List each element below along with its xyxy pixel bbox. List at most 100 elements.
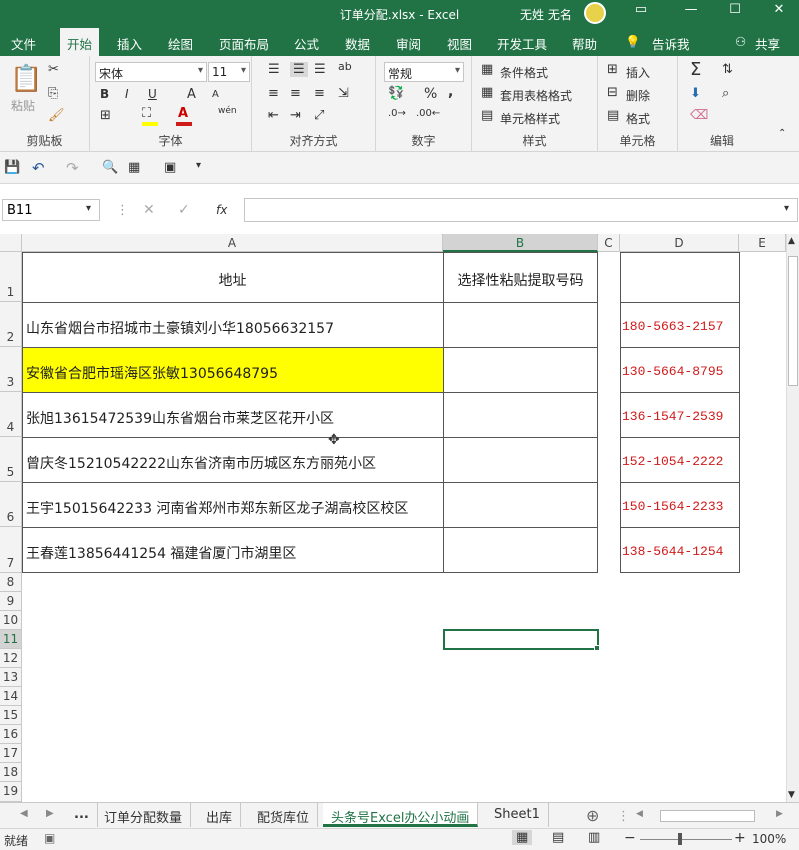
user-avatar[interactable] (584, 2, 606, 24)
align-center-icon[interactable]: ≡ (290, 86, 301, 101)
column-header-d[interactable]: D (620, 234, 739, 252)
row-header[interactable]: 5 (0, 437, 22, 482)
italic-button[interactable]: I (125, 87, 129, 101)
align-bottom-icon[interactable]: ☰ (314, 62, 326, 77)
phone-cell[interactable]: 152-1054-2222 (622, 454, 723, 469)
selected-cell-b11[interactable] (443, 629, 599, 650)
close-button[interactable]: ✕ (764, 2, 794, 17)
address-cell[interactable]: 王春莲13856441254 福建省厦门市湖里区 (26, 543, 296, 563)
tab-developer[interactable]: 开发工具 (497, 34, 547, 53)
share-button[interactable]: 共享 (755, 34, 780, 53)
horizontal-scroll-thumb[interactable] (660, 810, 755, 822)
phone-cell[interactable]: 180-5663-2157 (622, 319, 723, 334)
tab-home[interactable]: 开始 (60, 28, 100, 56)
name-box-dropdown-icon[interactable]: ▾ (86, 203, 91, 214)
form-icon[interactable]: ▣ (164, 160, 176, 175)
minimize-button[interactable]: — (676, 2, 706, 17)
cell-styles-button[interactable]: 单元格样式 (500, 110, 560, 127)
fill-color-icon[interactable]: ⛶ (142, 106, 151, 121)
enter-icon[interactable]: ✓ (178, 202, 190, 218)
print-preview-icon[interactable]: 🔍 (102, 160, 118, 175)
sheet-tab[interactable]: 订单分配数量 (96, 803, 192, 827)
phone-cell[interactable]: 136-1547-2539 (622, 409, 723, 424)
sheet-tab-more[interactable]: ... (66, 803, 98, 827)
paste-button[interactable]: 粘贴 (11, 97, 35, 114)
column-header-c[interactable]: C (598, 234, 620, 252)
tab-page-layout[interactable]: 页面布局 (219, 34, 269, 53)
page-break-view-icon[interactable]: ▥ (588, 830, 600, 845)
sheet-tab[interactable]: 出库 (198, 803, 242, 827)
vertical-scroll-thumb[interactable] (788, 256, 798, 386)
currency-icon[interactable]: 💱 (388, 86, 404, 101)
column-header-e[interactable]: E (739, 234, 786, 252)
autosum-button[interactable]: Σ (690, 59, 701, 80)
hscroll-right-icon[interactable]: ▶ (776, 809, 783, 819)
fill-handle[interactable] (594, 645, 600, 651)
row-header[interactable]: 19 (0, 782, 22, 802)
expand-formula-icon[interactable]: ▾ (784, 203, 789, 214)
row-header[interactable]: 8 (0, 573, 22, 592)
cancel-icon[interactable]: ✕ (143, 202, 155, 218)
row-header[interactable]: 12 (0, 649, 22, 668)
align-right-icon[interactable]: ≡ (314, 86, 325, 101)
formula-input[interactable] (244, 198, 798, 222)
font-color-button[interactable]: A (178, 106, 188, 121)
next-sheet-icon[interactable]: ▶ (46, 808, 54, 819)
address-cell[interactable]: 曾庆冬15210542222山东省济南市历城区东方丽苑小区 (26, 453, 376, 473)
user-name[interactable]: 无姓 无名 (520, 6, 572, 23)
customize-qat-icon[interactable]: ▾ (196, 160, 201, 171)
row-header[interactable]: 16 (0, 725, 22, 744)
align-left-icon[interactable]: ≡ (268, 86, 279, 101)
save-icon[interactable]: 💾 (4, 160, 20, 175)
tab-splitter-icon[interactable]: ⋮ (617, 809, 630, 824)
row-header[interactable]: 4 (0, 392, 22, 437)
row-header[interactable]: 2 (0, 302, 22, 347)
text-direction-icon[interactable]: ⤢ (314, 108, 324, 123)
row-header[interactable]: 7 (0, 527, 22, 573)
row-header[interactable]: 6 (0, 482, 22, 527)
scroll-up-icon[interactable]: ▲ (788, 236, 795, 246)
increase-indent-icon[interactable]: ⇥ (290, 108, 301, 123)
row-header[interactable]: 17 (0, 744, 22, 763)
row-header[interactable]: 13 (0, 668, 22, 687)
sheet-tab[interactable]: 配货库位 (249, 803, 319, 827)
font-size-combo[interactable]: 11 (208, 62, 250, 82)
shrink-font-button[interactable]: A (212, 89, 219, 100)
row-header-selected[interactable]: 11 (0, 630, 22, 649)
font-name-combo[interactable]: 宋体 (95, 62, 207, 82)
tell-me-search[interactable]: 告诉我 (652, 34, 690, 53)
ribbon-display-icon[interactable]: ▭ (626, 2, 656, 17)
row-header[interactable]: 14 (0, 687, 22, 706)
address-cell[interactable]: 山东省烟台市招城市土豪镇刘小华18056632157 (26, 318, 334, 338)
orientation-icon[interactable]: ab (338, 60, 352, 73)
address-cell[interactable]: 安徽省合肥市瑶海区张敏13056648795 (26, 363, 278, 383)
scroll-down-icon[interactable]: ▼ (788, 790, 795, 800)
tab-formulas[interactable]: 公式 (294, 34, 319, 53)
find-icon[interactable]: ⌕ (722, 86, 729, 101)
increase-decimal-icon[interactable]: .0→ (388, 108, 406, 119)
phone-cell[interactable]: 130-5664-8795 (622, 364, 723, 379)
tab-file[interactable]: 文件 (11, 34, 36, 53)
address-cell[interactable]: 王宇15015642233 河南省郑州市郑东新区龙子湖高校区校区 (26, 498, 408, 518)
copy-icon[interactable]: ⎘ (48, 86, 58, 101)
clear-icon[interactable]: ⌫ (690, 108, 708, 123)
tab-draw[interactable]: 绘图 (168, 34, 193, 53)
border-icon[interactable]: ⊞ (100, 108, 111, 123)
tab-insert[interactable]: 插入 (117, 34, 142, 53)
align-middle-icon[interactable]: ☰ (290, 62, 308, 77)
conditional-format-button[interactable]: 条件格式 (500, 64, 548, 81)
table-tool-icon[interactable]: ▦ (128, 160, 140, 175)
insert-cells-button[interactable]: 插入 (626, 64, 650, 81)
row-header[interactable]: 18 (0, 763, 22, 782)
zoom-slider[interactable] (640, 839, 732, 840)
redo-icon[interactable]: ↷ (66, 159, 79, 177)
macro-record-icon[interactable]: ▣ (44, 831, 55, 845)
phonetic-button[interactable]: wén (218, 106, 237, 116)
percent-button[interactable]: % (424, 86, 437, 102)
sheet-tab[interactable]: Sheet1 (486, 803, 549, 827)
column-header-b[interactable]: B (443, 234, 598, 252)
column-header-a[interactable]: A (22, 234, 443, 252)
number-format-combo[interactable]: 常规 (384, 62, 464, 82)
row-header[interactable]: 15 (0, 706, 22, 725)
row-header[interactable]: 1 (0, 252, 22, 302)
